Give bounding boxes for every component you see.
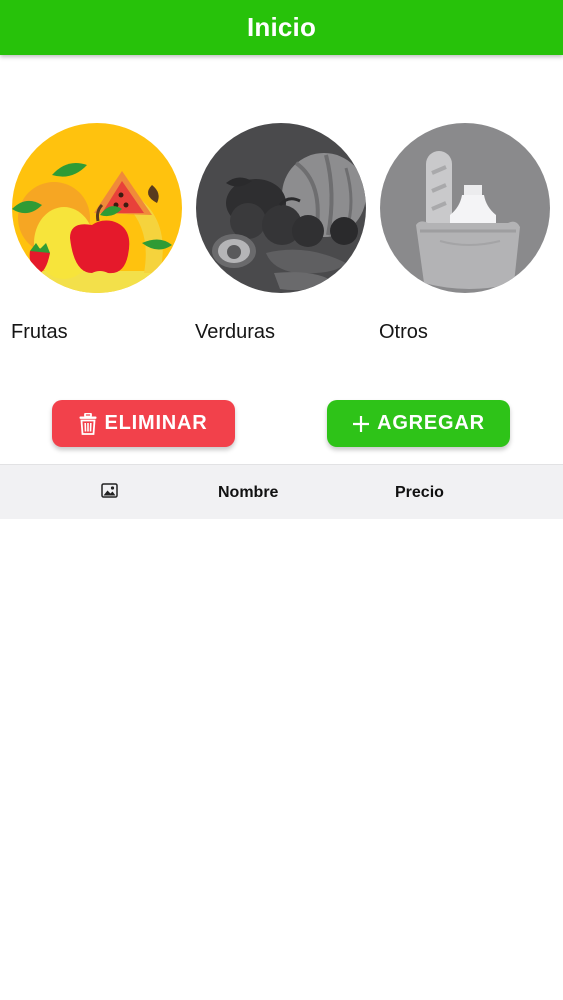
page-title: Inicio — [246, 12, 317, 42]
add-button[interactable]: AGREGAR — [327, 400, 510, 447]
fruits-image[interactable] — [12, 123, 182, 293]
trash-icon — [79, 412, 97, 435]
groceries-image[interactable] — [380, 123, 550, 293]
delete-button-label: ELIMINAR — [104, 412, 208, 434]
category-label: Frutas — [11, 321, 68, 343]
category-label: Verduras — [195, 321, 276, 343]
groceries-bag-illustration — [380, 123, 550, 293]
vegetables-illustration — [196, 123, 366, 293]
category-frutas[interactable]: Frutas — [11, 123, 182, 343]
vegetables-image[interactable] — [196, 123, 366, 293]
fruits-illustration — [12, 123, 182, 293]
delete-button[interactable]: ELIMINAR — [52, 400, 235, 447]
column-header-nombre[interactable]: Nombre — [218, 484, 278, 502]
table-body — [0, 519, 563, 1000]
category-otros[interactable]: Otros — [379, 123, 550, 343]
table-header: Nombre Precio — [0, 464, 563, 519]
add-button-label: AGREGAR — [377, 412, 485, 434]
column-header-precio[interactable]: Precio — [395, 484, 444, 502]
category-label: Otros — [379, 321, 428, 343]
app-bar: Inicio — [0, 0, 563, 55]
category-verduras[interactable]: Verduras — [195, 123, 366, 343]
image-icon — [101, 483, 118, 503]
plus-icon — [352, 415, 370, 433]
